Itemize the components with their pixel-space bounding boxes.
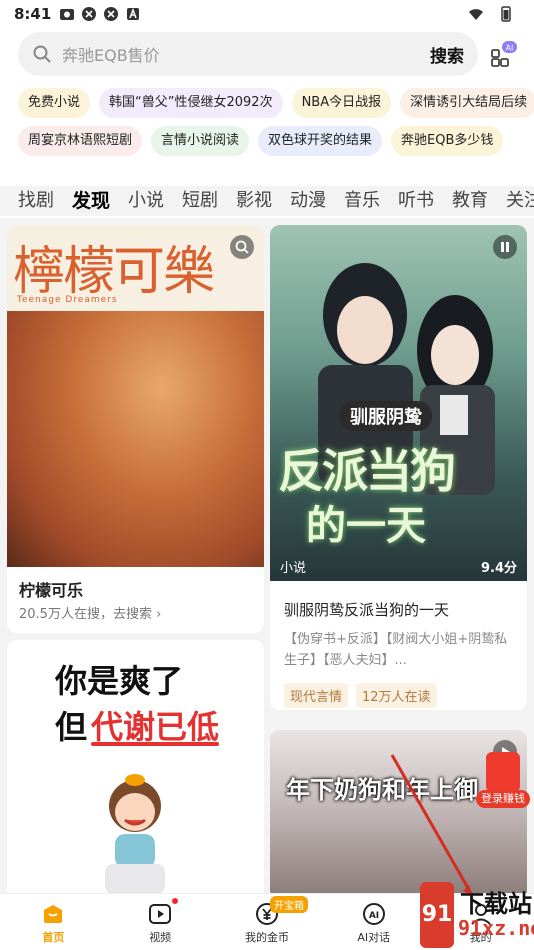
card-title: 驯服阴鸷反派当狗的一天: [284, 601, 450, 619]
card-subtitle[interactable]: 20.5万人在搜，去搜索 ›: [19, 603, 161, 622]
nav-ai-chat[interactable]: AI AI对话: [320, 894, 427, 950]
app-icon: [104, 7, 119, 21]
tab-zhaoju[interactable]: 找剧: [18, 186, 54, 216]
readers-tag: 12万人在读: [356, 683, 437, 708]
hot-chip[interactable]: NBA今日战报: [291, 88, 392, 118]
search-input[interactable]: 奔驰EQB售价: [62, 42, 430, 66]
watermark-logo: 91: [420, 882, 454, 948]
cover-title-line1: 驯服阴鸷: [340, 401, 432, 431]
app-icon: [82, 7, 97, 21]
cartoon-child-illustration: [105, 774, 165, 894]
hot-chip[interactable]: 双色球开奖的结果: [258, 126, 383, 156]
login-reward-float[interactable]: 登录赚钱: [476, 752, 530, 810]
nav-label: 首页: [42, 931, 65, 944]
watermark-title: 下载站: [460, 890, 532, 918]
wifi-icon: [469, 9, 483, 20]
tab-follow[interactable]: 关注: [506, 186, 534, 216]
card-description: 【伪穿书+反派】【财阀大小姐+阴鸷私生子】【恶人夫妇】...: [284, 632, 508, 668]
hot-chip[interactable]: 免费小说: [18, 88, 91, 118]
cover-title-line3: 的一天: [306, 503, 426, 549]
feed-card-novel[interactable]: 驯服阴鸷 反派当狗 的一天 小说 9.4分 驯服阴鸷反派当狗的一天 【伪穿书+反…: [270, 225, 527, 710]
svg-text:AI: AI: [369, 911, 379, 921]
poster-photo: [7, 311, 264, 567]
feed-card-movie[interactable]: 檸檬可樂 Teenage Dreamers 柠檬可乐 20.5万人在搜，去搜索 …: [7, 225, 264, 633]
poster-subtitle: Teenage Dreamers: [17, 295, 118, 305]
tab-anime[interactable]: 动漫: [290, 186, 326, 216]
login-reward-label: 登录赚钱: [476, 790, 530, 808]
tab-film[interactable]: 影视: [236, 186, 272, 216]
movie-poster: 檸檬可樂 Teenage Dreamers: [7, 225, 264, 567]
poster-title: 檸檬可樂: [13, 242, 215, 302]
card-title: 柠檬可乐: [19, 581, 84, 600]
nav-video[interactable]: 视频: [107, 894, 214, 950]
tab-discover[interactable]: 发现: [72, 186, 110, 216]
status-time: 8:41: [14, 5, 52, 23]
nav-label: AI对话: [357, 931, 391, 944]
ai-grid-icon[interactable]: AI: [490, 40, 518, 68]
hot-search-chips-row2: 周宴京林语熙短剧 言情小说阅读 双色球开奖的结果 奔驰EQB多少钱: [18, 126, 534, 156]
search-icon: [230, 235, 254, 259]
hot-search-chips-row1: 免费小说 韩国“兽父”性侵继女2092次 NBA今日战报 深情诱引大结局后续: [18, 88, 534, 118]
novel-cover: 驯服阴鸷 反派当狗 的一天 小说 9.4分: [270, 225, 527, 581]
watermark-url: 91xz.net: [458, 916, 534, 940]
home-icon: [44, 905, 63, 923]
video-caption: 年下奶狗和年上御: [286, 776, 478, 804]
treasure-box-badge: 开宝箱: [270, 896, 308, 913]
cover-title-line2: 反派当狗: [278, 444, 456, 498]
headline-line2-prefix: 但: [55, 708, 88, 746]
camera-icon: [60, 9, 75, 20]
headline-line1: 你是爽了: [55, 662, 184, 700]
pause-icon[interactable]: [493, 235, 517, 259]
highlight-underline: [91, 742, 219, 746]
search-icon: [33, 45, 51, 63]
search-button[interactable]: 搜索: [430, 42, 464, 67]
battery-icon: [501, 6, 511, 22]
svg-text:AI: AI: [506, 44, 514, 53]
rating-score: 9.4分: [480, 561, 517, 576]
hot-chip[interactable]: 言情小说阅读: [151, 126, 250, 156]
video-notification-dot: [172, 898, 178, 904]
category-tag: 小说: [280, 561, 307, 576]
status-bar: 8:41: [0, 0, 534, 28]
hot-chip[interactable]: 周宴京林语熙短剧: [18, 126, 143, 156]
red-envelope-icon: [486, 752, 520, 792]
category-tabs: 找剧 发现 小说 短剧 影视 动漫 音乐 听书 教育 关注: [0, 186, 534, 216]
site-watermark: 91 下载站 91xz.net: [420, 880, 534, 950]
nav-home[interactable]: 首页: [0, 894, 107, 950]
search-bar[interactable]: 奔驰EQB售价 搜索: [18, 32, 478, 76]
hot-chip[interactable]: 韩国“兽父”性侵继女2092次: [99, 88, 283, 118]
hot-chip[interactable]: 奔驰EQB多少钱: [391, 126, 504, 156]
tab-audiobook[interactable]: 听书: [398, 186, 434, 216]
notification-icon: [127, 7, 140, 20]
tab-novel[interactable]: 小说: [128, 186, 164, 216]
tab-music[interactable]: 音乐: [344, 186, 380, 216]
card-tags: 现代言情 12万人在读: [284, 683, 437, 708]
nav-label: 视频: [149, 931, 172, 944]
video-icon: [149, 904, 172, 924]
tab-education[interactable]: 教育: [452, 186, 488, 216]
genre-tag: 现代言情: [284, 683, 349, 708]
nav-label: 我的金币: [244, 931, 289, 944]
hot-chip[interactable]: 深情诱引大结局后续: [400, 88, 534, 118]
ai-chat-icon: AI: [362, 903, 385, 925]
feed-card-health[interactable]: 你是爽了 但 代谢已低: [7, 640, 264, 900]
tab-short-drama[interactable]: 短剧: [182, 186, 218, 216]
